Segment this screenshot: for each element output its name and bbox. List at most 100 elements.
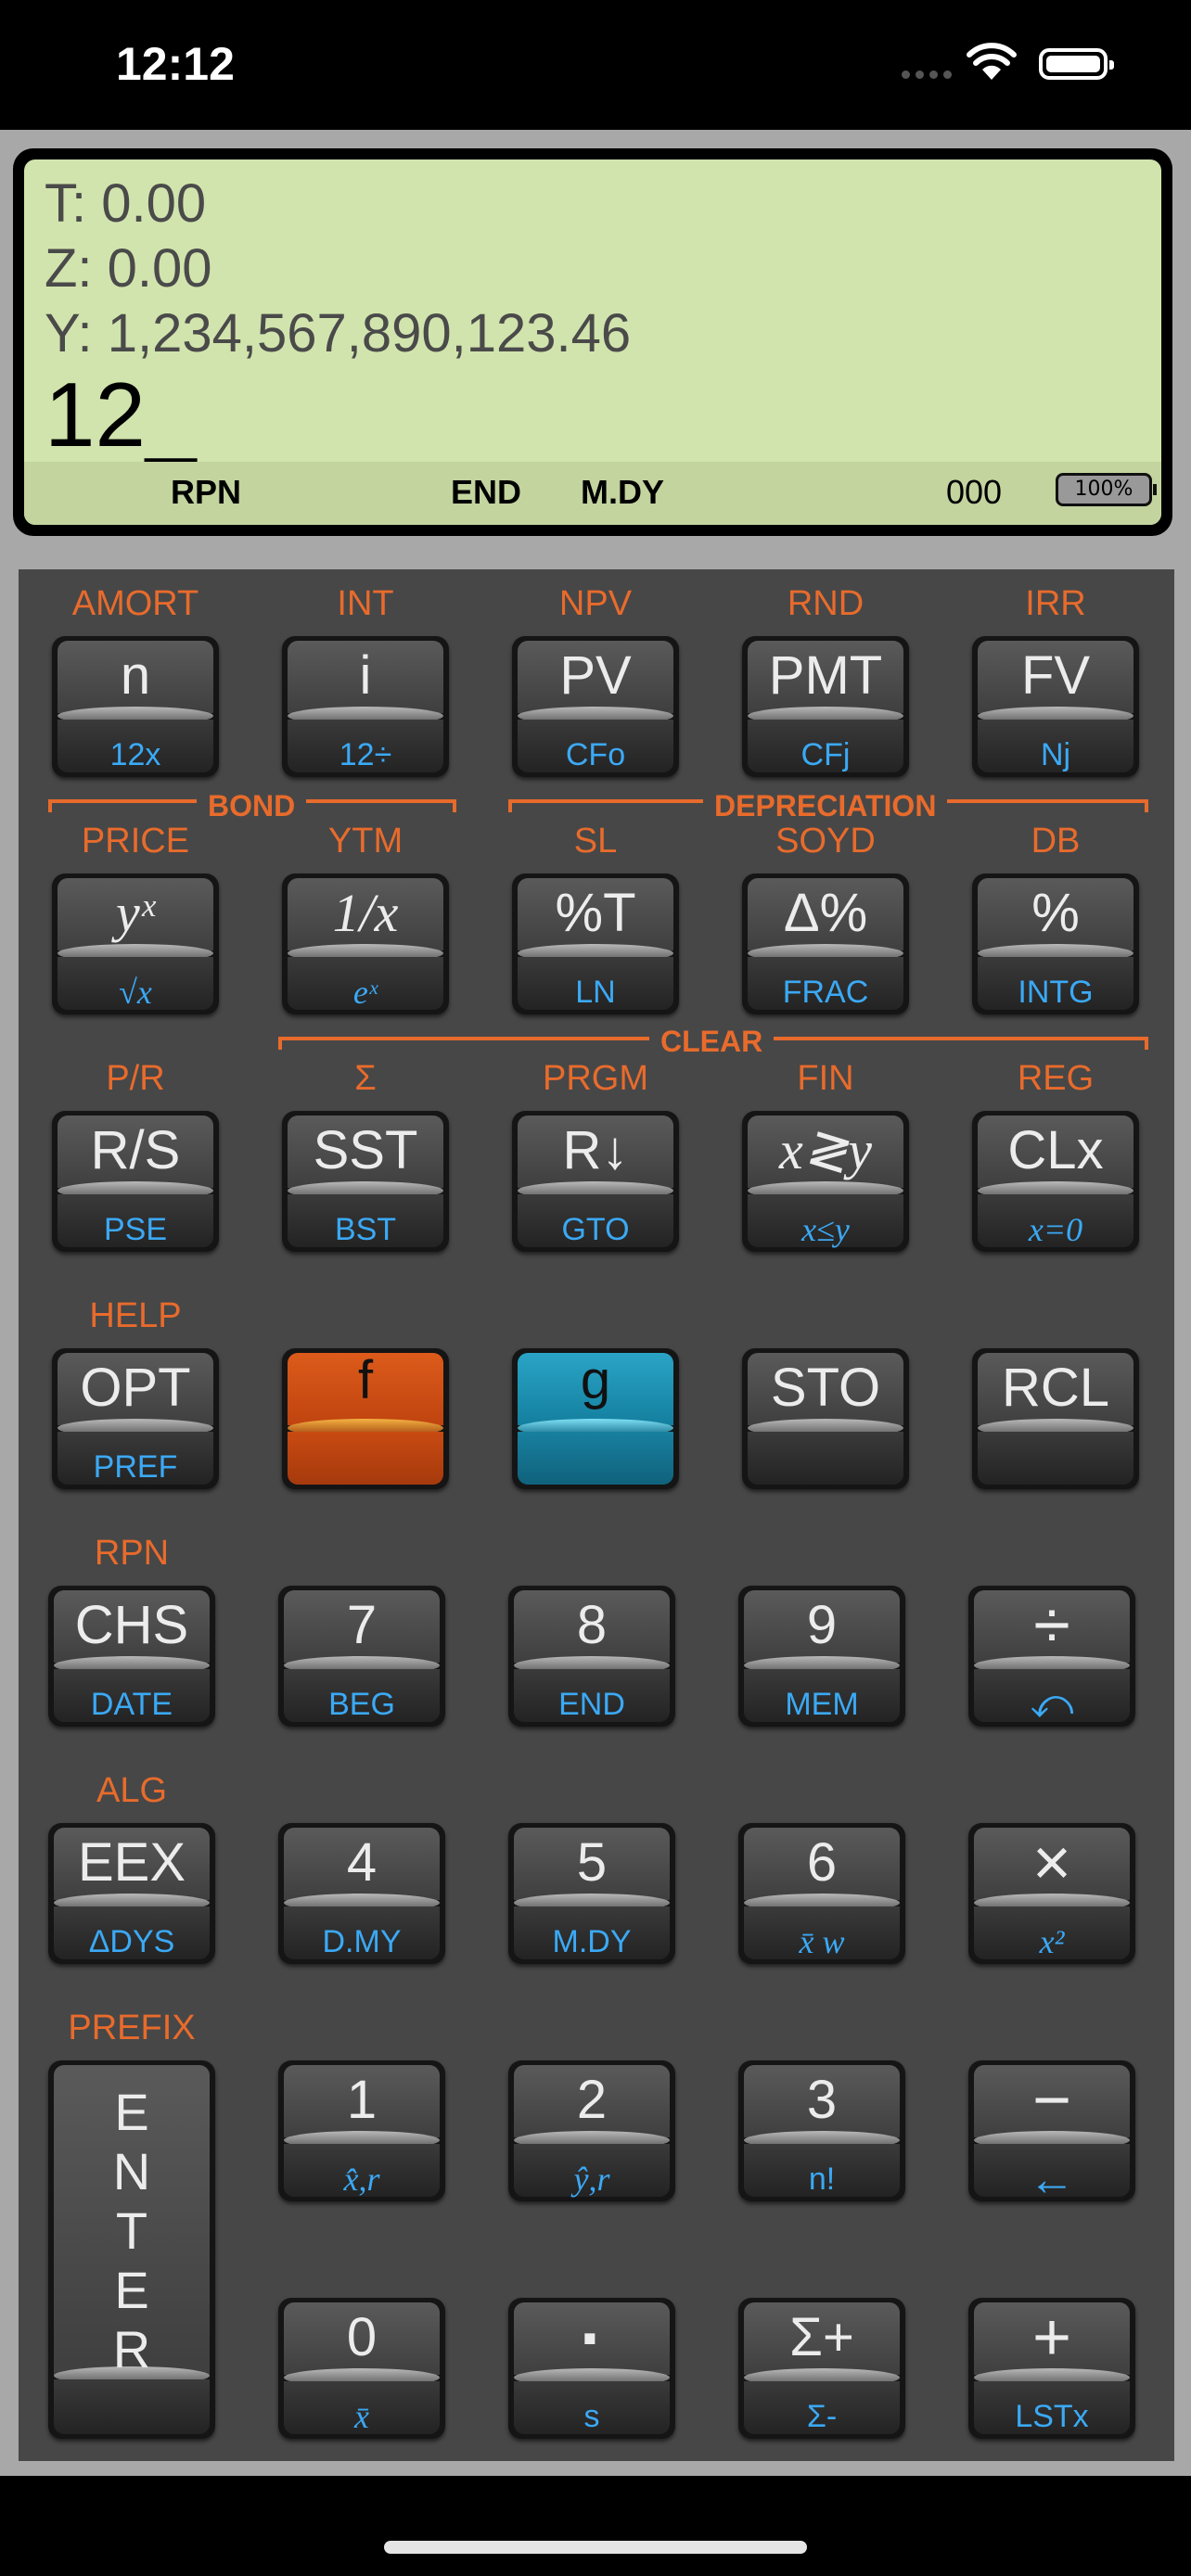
key-reciprocal-label: 1/x (332, 883, 399, 943)
bond-label: BOND (197, 790, 307, 822)
f-label-db: DB (1031, 822, 1081, 861)
key-fv-label: FV (1020, 645, 1091, 706)
key-delta-percent-label: Δ% (783, 883, 868, 943)
key-add-label: + (1031, 2301, 1072, 2375)
key-2[interactable]: 2 ŷ,r (508, 2060, 675, 2201)
key-clx-label: CLx (1007, 1120, 1104, 1180)
key-pv-g-label: CFo (565, 737, 626, 772)
key-1-g-label: x̂,r (343, 2161, 380, 2198)
key-9[interactable]: 9 MEM (738, 1586, 905, 1727)
f-label-irr: IRR (1025, 584, 1086, 623)
f-label-amort: AMORT (71, 584, 199, 623)
home-indicator[interactable] (384, 2541, 807, 2554)
key-enter[interactable]: ENTER (48, 2060, 215, 2439)
register-t: T: 0.00 (45, 173, 207, 234)
f-label-rnd: RND (787, 584, 864, 623)
backspace-arrow-icon: ← (1029, 2153, 1075, 2205)
key-multiply[interactable]: × x² (968, 1823, 1135, 1964)
key-reciprocal[interactable]: 1/x eˣ (282, 874, 449, 1014)
key-9-g-label: MEM (785, 1687, 859, 1722)
key-pmt[interactable]: PMT CFj (742, 636, 909, 777)
key-roll-down-label: R↓ (562, 1120, 629, 1180)
key-divide[interactable]: ÷ ⤺ (968, 1586, 1135, 1727)
key-8[interactable]: 8 END (508, 1586, 675, 1727)
key-i[interactable]: i 12÷ (282, 636, 449, 777)
key-opt[interactable]: OPT PREF (52, 1348, 219, 1489)
key-subtract-label: − (1031, 2063, 1072, 2137)
key-yx-g-label: √x (119, 974, 152, 1011)
battery-level: 100% (1074, 478, 1133, 501)
key-1[interactable]: 1 x̂,r (278, 2060, 445, 2201)
key-chs-g-label: DATE (90, 1687, 173, 1722)
key-7[interactable]: 7 BEG (278, 1586, 445, 1727)
key-add[interactable]: + LSTx (968, 2298, 1135, 2439)
key-4-g-label: D.MY (322, 1924, 402, 1959)
payment-indicator: END (451, 473, 522, 511)
key-3[interactable]: 3 n! (738, 2060, 905, 2201)
f-label-ytm: YTM (327, 822, 403, 861)
key-pv[interactable]: PV CFo (512, 636, 679, 777)
key-chs-label: CHS (74, 1595, 189, 1655)
f-label-price: PRICE (81, 822, 190, 861)
key-opt-label: OPT (80, 1358, 191, 1418)
key-decimal-label: · (580, 2297, 604, 2378)
key-clx[interactable]: CLx x=0 (972, 1111, 1139, 1252)
key-n[interactable]: n 12x (52, 636, 219, 777)
key-sto[interactable]: STO (742, 1348, 909, 1489)
key-pv-label: PV (559, 645, 632, 706)
key-rcl[interactable]: RCL (972, 1348, 1139, 1489)
key-chs[interactable]: CHS DATE (48, 1586, 215, 1727)
key-subtract[interactable]: − ← (968, 2060, 1135, 2205)
lcd-status-line: RPN END M.DY 000 100% (24, 462, 1161, 525)
key-sst-label: SST (313, 1120, 418, 1180)
key-f-shift[interactable]: f (282, 1348, 449, 1489)
key-yx-label: yˣ (115, 883, 156, 943)
key-percent-total[interactable]: %T LN (512, 874, 679, 1014)
f-label-reg: REG (1017, 1059, 1095, 1098)
key-5[interactable]: 5 M.DY (508, 1823, 675, 1964)
key-delta-percent-g-label: FRAC (782, 975, 869, 1010)
key-8-g-label: END (558, 1687, 625, 1722)
key-sigma-plus[interactable]: Σ+ Σ- (738, 2298, 905, 2439)
key-sst[interactable]: SST BST (282, 1111, 449, 1252)
key-9-label: 9 (806, 1595, 838, 1655)
key-f-shift-label: f (357, 1350, 374, 1410)
key-run-stop[interactable]: R/S PSE (52, 1111, 219, 1252)
key-6-label: 6 (806, 1832, 838, 1893)
key-percent-total-g-label: LN (575, 975, 616, 1010)
key-roll-down[interactable]: R↓ GTO (512, 1111, 679, 1252)
key-pmt-label: PMT (768, 645, 883, 706)
f-label-int: INT (337, 584, 394, 623)
key-decimal[interactable]: · s (508, 2298, 675, 2439)
key-percent[interactable]: % INTG (972, 874, 1139, 1014)
key-multiply-g-label: x² (1039, 1923, 1065, 1960)
key-4-label: 4 (346, 1832, 378, 1893)
f-label-soyd: SOYD (775, 822, 876, 861)
key-6[interactable]: 6 x̄ w (738, 1823, 905, 1964)
key-1-label: 1 (346, 2070, 378, 2130)
key-x-swap-y[interactable]: x≷y x≤y (742, 1111, 909, 1252)
key-reciprocal-g-label: eˣ (352, 974, 378, 1011)
key-percent-label: % (1031, 883, 1080, 943)
f-label-alg: ALG (96, 1771, 168, 1810)
key-3-g-label: n! (808, 2162, 836, 2197)
key-7-g-label: BEG (328, 1687, 395, 1722)
key-fv[interactable]: FV Nj (972, 636, 1139, 777)
key-n-g-label: 12x (109, 737, 161, 772)
key-0[interactable]: 0 x̄ (278, 2298, 445, 2439)
key-4[interactable]: 4 D.MY (278, 1823, 445, 1964)
key-g-shift[interactable]: g (512, 1348, 679, 1489)
key-sto-label: STO (770, 1358, 881, 1418)
key-eex-g-label: ΔDYS (88, 1924, 175, 1959)
f-label-prefix: PREFIX (68, 2009, 196, 2047)
key-delta-percent[interactable]: Δ% FRAC (742, 874, 909, 1014)
program-step-indicator: 000 (946, 473, 1003, 511)
key-eex[interactable]: EEX ΔDYS (48, 1823, 215, 1964)
f-label-sl: SL (573, 822, 618, 861)
key-decimal-g-label: s (583, 2399, 600, 2434)
key-y-power-x[interactable]: yˣ √x (52, 874, 219, 1014)
key-5-label: 5 (576, 1832, 608, 1893)
key-0-label: 0 (346, 2307, 378, 2367)
key-6-g-label: x̄ w (799, 1923, 845, 1960)
key-opt-g-label: PREF (93, 1449, 178, 1485)
